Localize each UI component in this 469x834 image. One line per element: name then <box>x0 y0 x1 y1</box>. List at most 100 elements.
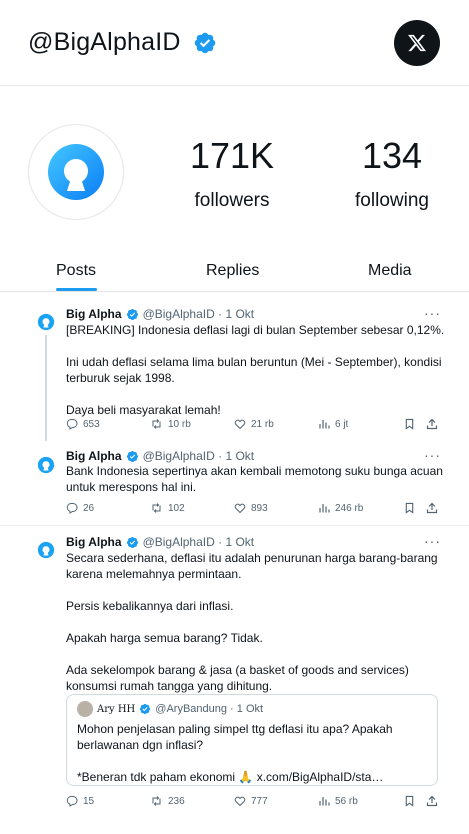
profile-avatar[interactable] <box>28 124 124 220</box>
reply-icon <box>66 503 78 514</box>
views-button[interactable]: 246 rb <box>318 502 363 514</box>
verified-badge-icon <box>126 536 139 549</box>
heart-icon <box>234 796 246 807</box>
following-count: 134 <box>361 135 423 176</box>
tweet-paragraph: Apakah harga semua barang? Tidak. <box>66 631 263 645</box>
tweet-actions: 26 102 893 246 rb <box>66 502 438 518</box>
big-alpha-logo-icon <box>37 541 55 559</box>
like-button[interactable]: 893 <box>234 502 268 514</box>
repost-button[interactable]: 102 <box>150 502 185 514</box>
repost-icon <box>152 796 161 806</box>
share-button[interactable] <box>426 502 443 514</box>
tweet-paragraph: Daya beli masyarakat lemah! <box>66 403 221 417</box>
repost-count: 236 <box>168 795 185 807</box>
profile-tabs: Posts Replies Media <box>0 256 469 292</box>
repost-button[interactable]: 10 rb <box>150 418 191 430</box>
verified-badge-icon <box>139 703 151 715</box>
reply-count: 653 <box>83 418 100 430</box>
like-count: 21 rb <box>251 418 274 430</box>
bookmark-button[interactable] <box>404 502 420 514</box>
tweet-header: Big Alpha @BigAlphaID · 1 Okt <box>66 535 254 549</box>
big-alpha-logo-icon <box>48 144 104 200</box>
followers-label: followers <box>194 190 270 211</box>
tweet-paragraph: Ada sekelompok barang & jasa (a basket o… <box>66 663 409 693</box>
tweet-header: Big Alpha @BigAlphaID · 1 Okt <box>66 449 254 463</box>
views-chart-icon <box>319 797 330 806</box>
tweet-avatar[interactable] <box>37 456 55 474</box>
tweet-meta: @BigAlphaID · 1 Okt <box>142 535 255 549</box>
bookmark-icon <box>405 502 414 514</box>
profile-handle: @BigAlphaID <box>28 28 217 57</box>
bookmark-button[interactable] <box>404 418 420 430</box>
repost-count: 102 <box>168 502 185 514</box>
followers-stat[interactable]: 171K followers <box>186 136 278 212</box>
repost-icon <box>152 503 161 513</box>
tweet-paragraph: [BREAKING] Indonesia deflasi lagi di bul… <box>66 323 445 337</box>
quoted-tweet-meta: @AryBandung · 1 Okt <box>155 703 264 715</box>
tweet-paragraph: Persis kebalikannya dari inflasi. <box>66 599 234 613</box>
heart-icon <box>234 503 246 514</box>
like-count: 893 <box>251 502 268 514</box>
reply-icon <box>66 419 78 430</box>
tab-replies[interactable]: Replies <box>206 262 259 280</box>
tweet-meta: @BigAlphaID · 1 Okt <box>142 307 255 321</box>
more-options-icon[interactable]: ··· <box>424 447 441 463</box>
quoted-paragraph: *Beneran tdk paham ekonomi 🙏 x.com/BigAl… <box>77 770 384 784</box>
followers-count: 171K <box>189 135 275 176</box>
share-button[interactable] <box>426 418 443 430</box>
bookmark-icon <box>405 418 414 430</box>
tweet-paragraph: Secara sederhana, deflasi itu adalah pen… <box>66 551 438 581</box>
views-chart-icon <box>319 420 330 429</box>
tweet-author-name[interactable]: Big Alpha <box>66 307 122 321</box>
tab-media[interactable]: Media <box>368 262 412 280</box>
like-button[interactable]: 777 <box>234 795 268 807</box>
views-button[interactable]: 6 jt <box>318 418 348 430</box>
reply-button[interactable]: 26 <box>66 502 94 514</box>
quoted-tweet-text: Mohon penjelasan paling simpel ttg defla… <box>77 721 432 785</box>
repost-button[interactable]: 236 <box>150 795 185 807</box>
like-button[interactable]: 21 rb <box>234 418 274 430</box>
tweet-text: Secara sederhana, deflasi itu adalah pen… <box>66 550 446 694</box>
reply-count: 15 <box>83 795 95 807</box>
view-count: 246 rb <box>335 502 364 514</box>
views-button[interactable]: 56 rb <box>318 795 358 807</box>
more-options-icon[interactable]: ··· <box>424 533 441 549</box>
x-logo-icon <box>408 34 427 52</box>
more-options-icon[interactable]: ··· <box>424 305 441 321</box>
tweet-divider <box>0 525 469 526</box>
verified-badge-icon <box>193 31 217 55</box>
tweet-paragraph: Bank Indonesia sepertinya akan kembali m… <box>66 464 443 494</box>
following-stat[interactable]: 134 following <box>344 136 440 212</box>
view-count: 56 rb <box>335 795 358 807</box>
bookmark-button[interactable] <box>404 795 420 807</box>
tweet-text: [BREAKING] Indonesia deflasi lagi di bul… <box>66 322 446 418</box>
tweet-author-name[interactable]: Big Alpha <box>66 535 122 549</box>
share-icon <box>426 502 438 514</box>
big-alpha-logo-icon <box>37 313 55 331</box>
tweet-author-name[interactable]: Big Alpha <box>66 449 122 463</box>
share-button[interactable] <box>426 795 443 807</box>
quoted-author-avatar <box>77 701 93 717</box>
reply-count: 26 <box>83 502 95 514</box>
x-logo-button[interactable] <box>394 20 440 66</box>
bookmark-icon <box>405 795 414 807</box>
like-count: 777 <box>251 795 268 807</box>
tweet-header: Big Alpha @BigAlphaID · 1 Okt <box>66 307 254 321</box>
tweet-paragraph: Ini udah deflasi selama lima bulan berun… <box>66 355 442 385</box>
reply-button[interactable]: 653 <box>66 418 100 430</box>
repost-icon <box>152 419 161 429</box>
tweet-avatar[interactable] <box>37 313 55 331</box>
tweet-actions: 653 10 rb 21 rb 6 jt <box>66 418 438 434</box>
quoted-paragraph: Mohon penjelasan paling simpel ttg defla… <box>77 722 393 752</box>
reply-button[interactable]: 15 <box>66 795 94 807</box>
tweet-avatar[interactable] <box>37 541 55 559</box>
big-alpha-logo-icon <box>37 456 55 474</box>
view-count: 6 jt <box>335 418 349 430</box>
tab-posts[interactable]: Posts <box>56 262 96 280</box>
quoted-tweet[interactable]: Ary HH @AryBandung · 1 Okt Mohon penjela… <box>66 694 438 786</box>
repost-count: 10 rb <box>168 418 191 430</box>
profile-header: @BigAlphaID <box>0 0 469 86</box>
heart-icon <box>234 419 246 430</box>
verified-badge-icon <box>126 450 139 463</box>
thread-line <box>45 335 47 441</box>
